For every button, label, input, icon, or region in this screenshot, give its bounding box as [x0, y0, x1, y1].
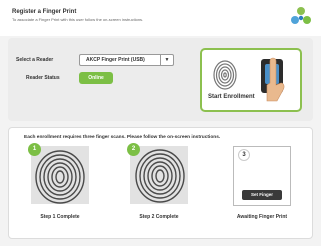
- start-enrollment-label: Start Enrollment: [208, 94, 255, 100]
- step-2-caption: Step 2 Complete: [139, 214, 179, 220]
- step-1-caption: Step 1 Complete: [40, 214, 80, 220]
- finger-scanner-image: [261, 57, 285, 102]
- reader-panel: Select a Reader AKCP Finger Print (USB) …: [8, 38, 313, 121]
- set-finger-button[interactable]: Set Finger: [242, 190, 282, 200]
- chevron-down-icon[interactable]: ▼: [160, 55, 173, 65]
- steps-panel: Each enrollment requires three finger sc…: [8, 127, 313, 239]
- reader-select-value: AKCP Finger Print (USB): [86, 57, 145, 63]
- page-title: Register a Finger Print: [12, 9, 77, 15]
- page-subtitle: To associate a Finger Print with this us…: [12, 17, 144, 22]
- step-1-scan: 1: [28, 143, 89, 204]
- enrollment-instruction: Each enrollment requires three finger sc…: [24, 135, 221, 140]
- step-3-scan: 3 Set Finger: [233, 146, 291, 206]
- akcp-logo-icon: [291, 7, 311, 24]
- fingerprint-scan-image: [31, 146, 89, 204]
- start-enrollment-button[interactable]: Start Enrollment: [200, 48, 302, 112]
- step-3-badge: 3: [238, 149, 250, 161]
- select-reader-label: Select a Reader: [16, 57, 54, 63]
- step-2-scan: 2: [127, 143, 188, 204]
- step-1-badge: 1: [28, 143, 41, 156]
- step-3-caption: Awaiting Finger Print: [236, 214, 288, 220]
- reader-select[interactable]: AKCP Finger Print (USB) ▼: [79, 54, 174, 66]
- header: Register a Finger Print To associate a F…: [0, 0, 321, 36]
- step-2-badge: 2: [127, 143, 140, 156]
- fingerprint-icon: [213, 60, 237, 90]
- reader-status-button[interactable]: Online: [79, 72, 113, 84]
- reader-status-label: Reader Status: [26, 75, 60, 81]
- fingerprint-scan-image: [130, 146, 188, 204]
